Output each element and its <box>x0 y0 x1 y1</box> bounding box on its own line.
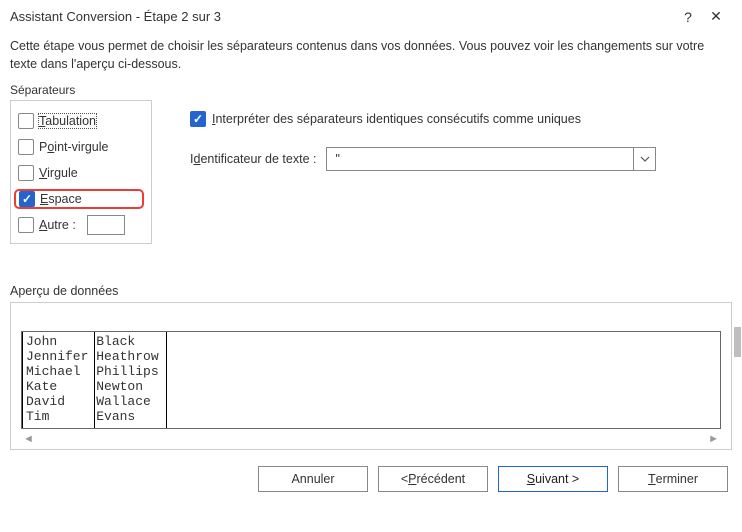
preview-legend: Aperçu de données <box>10 284 732 298</box>
finish-button[interactable]: Terminer <box>618 466 728 492</box>
delimiter-semicolon-row[interactable]: Point-virgule <box>18 137 144 157</box>
treat-consecutive-checkbox[interactable] <box>190 111 206 127</box>
delimiter-other-input[interactable] <box>87 215 125 235</box>
delimiter-space-checkbox[interactable] <box>19 191 35 207</box>
text-qualifier-combo[interactable]: " <box>326 147 656 171</box>
help-button[interactable]: ? <box>674 9 702 25</box>
text-qualifier-label: Identificateur de texte : <box>190 152 316 166</box>
vertical-scrollbar-thumb[interactable] <box>734 327 741 357</box>
next-button[interactable]: Suivant > <box>498 466 608 492</box>
step-instructions: Cette étape vous permet de choisir les s… <box>0 31 742 83</box>
text-qualifier-value[interactable]: " <box>327 152 633 166</box>
check-icon <box>193 112 203 126</box>
cancel-button[interactable]: Annuler <box>258 466 368 492</box>
options-group: Interpréter des séparateurs identiques c… <box>190 83 732 244</box>
chevron-down-icon <box>640 156 650 162</box>
delimiter-comma-checkbox[interactable] <box>18 165 34 181</box>
delimiter-space-label: Espace <box>40 192 82 206</box>
separators-legend: Séparateurs <box>10 83 152 97</box>
delimiter-tab-checkbox[interactable] <box>18 113 34 129</box>
back-button[interactable]: < Précédent <box>378 466 488 492</box>
preview-data-text: John Black Jennifer Heathrow Michael Phi… <box>22 332 720 426</box>
window-title: Assistant Conversion - Étape 2 sur 3 <box>10 9 674 24</box>
close-button[interactable]: ✕ <box>702 8 730 25</box>
preview-group: Aperçu de données John Black Jennifer He… <box>0 244 742 450</box>
delimiter-semicolon-label: Point-virgule <box>39 140 108 154</box>
treat-consecutive-label: Interpréter des séparateurs identiques c… <box>212 112 581 126</box>
horizontal-scrollbar[interactable]: ◄ ► <box>21 429 721 445</box>
scroll-right-icon[interactable]: ► <box>708 433 719 445</box>
separators-group: Séparateurs Tabulation Point-virgule Vir… <box>10 83 152 244</box>
delimiter-other-label: Autre : <box>39 218 76 232</box>
delimiter-other-checkbox[interactable] <box>18 217 34 233</box>
column-divider <box>22 332 23 428</box>
text-qualifier-dropdown-button[interactable] <box>633 148 655 170</box>
wizard-buttons: Annuler < Précédent Suivant > Terminer <box>0 450 742 492</box>
delimiter-tab-label: Tabulation <box>39 114 96 128</box>
column-divider <box>166 332 167 428</box>
text-qualifier-row: Identificateur de texte : " <box>190 147 732 171</box>
delimiter-semicolon-checkbox[interactable] <box>18 139 34 155</box>
delimiter-comma-row[interactable]: Virgule <box>18 163 144 183</box>
titlebar: Assistant Conversion - Étape 2 sur 3 ? ✕ <box>0 0 742 31</box>
delimiter-tab-row[interactable]: Tabulation <box>18 111 144 131</box>
scroll-left-icon[interactable]: ◄ <box>23 433 34 445</box>
delimiter-other-row[interactable]: Autre : <box>18 215 144 235</box>
column-divider <box>94 332 95 428</box>
treat-consecutive-row[interactable]: Interpréter des séparateurs identiques c… <box>190 111 732 127</box>
data-preview[interactable]: John Black Jennifer Heathrow Michael Phi… <box>21 331 721 429</box>
delimiter-space-row[interactable]: Espace <box>14 189 144 209</box>
delimiter-comma-label: Virgule <box>39 166 78 180</box>
check-icon <box>22 192 32 206</box>
